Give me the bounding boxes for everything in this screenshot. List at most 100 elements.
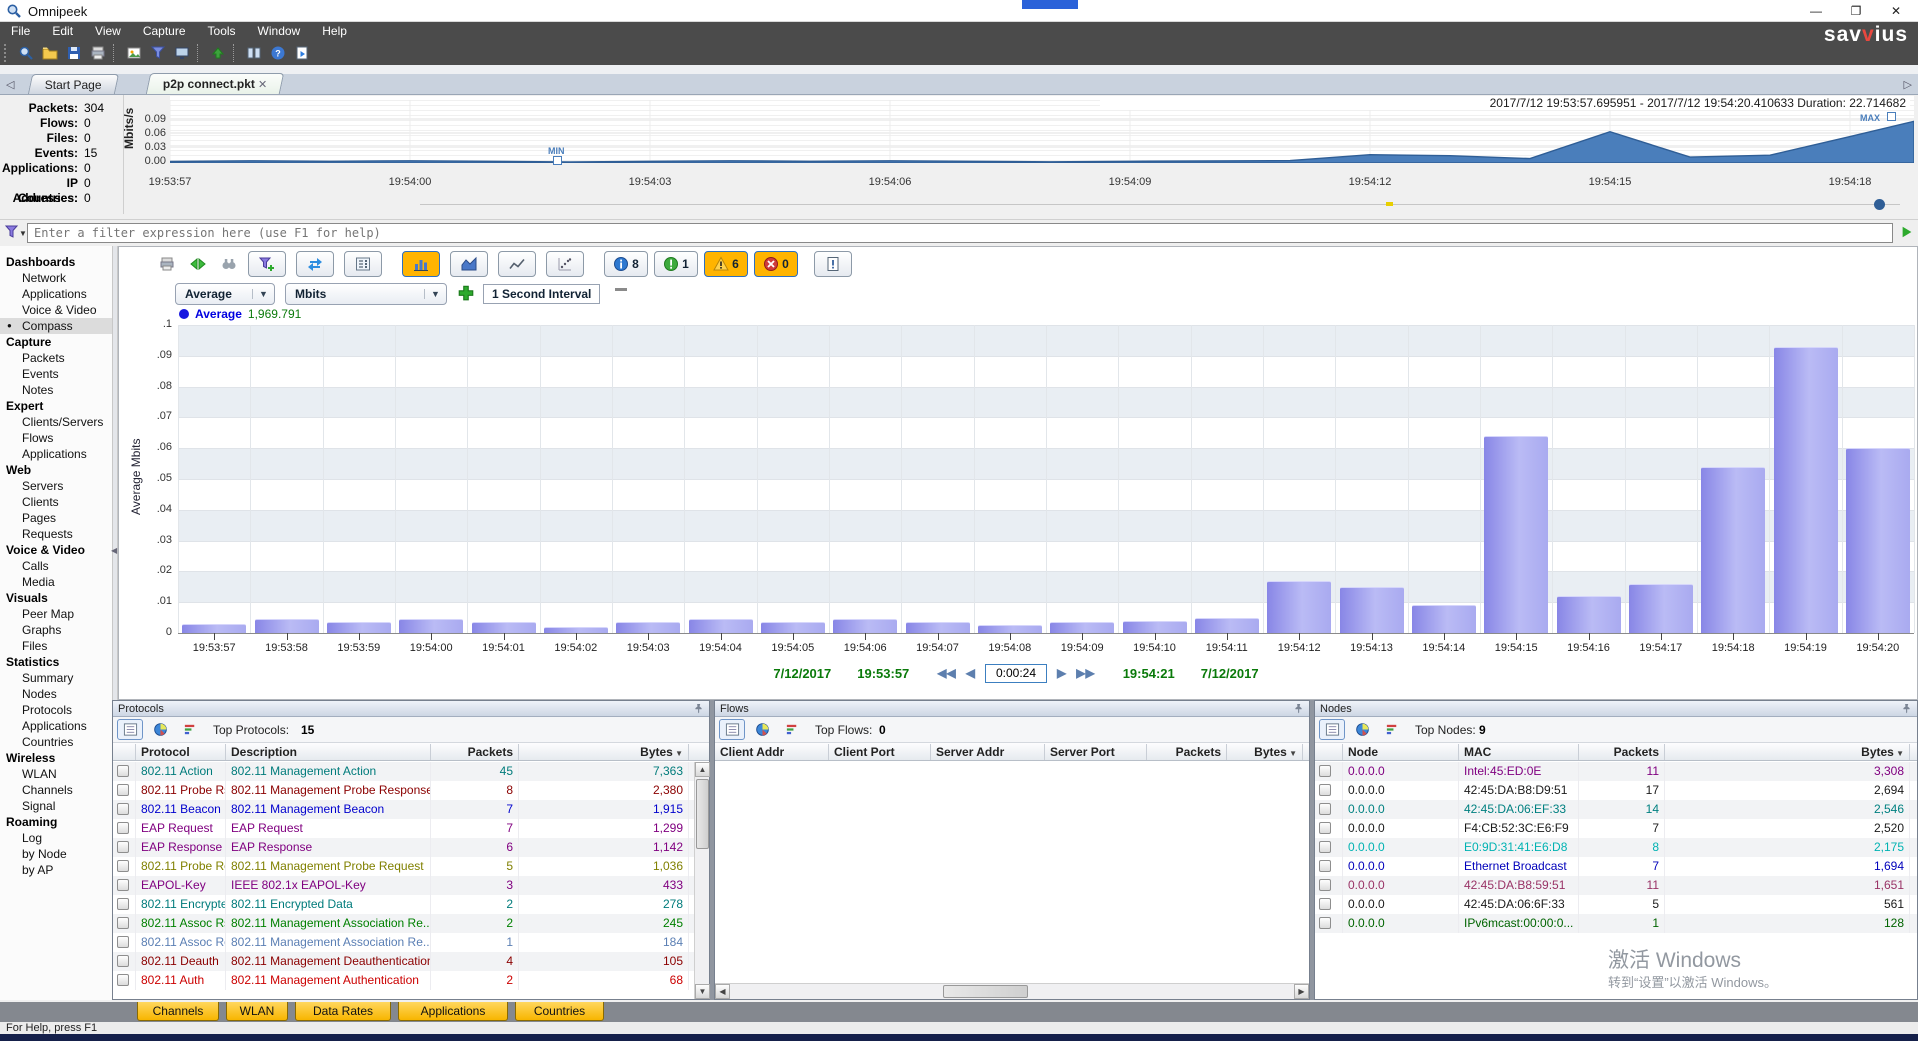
sidebar-item-applications[interactable]: Applications [0, 718, 112, 734]
row-checkbox[interactable] [1319, 822, 1331, 834]
row-checkbox[interactable] [117, 917, 129, 929]
sidebar-item-requests[interactable]: Requests [0, 526, 112, 542]
timeline-scroll-handle[interactable] [1874, 199, 1885, 210]
sidebar-item-media[interactable]: Media [0, 574, 112, 590]
report-button[interactable] [814, 251, 852, 277]
scatter-chart-button[interactable] [546, 251, 584, 277]
warning-events-button[interactable]: 6 [704, 251, 748, 277]
chart-bar-19:54:01[interactable] [472, 622, 536, 633]
column-header-packets[interactable]: Packets [431, 744, 519, 760]
pin-icon[interactable] [1293, 703, 1304, 714]
stat-tab-countries[interactable]: Countries [515, 1002, 604, 1021]
menu-item-tools[interactable]: Tools [197, 22, 247, 41]
scroll-down-icon[interactable]: ▼ [695, 984, 710, 999]
binoculars-icon[interactable] [217, 254, 241, 274]
close-button[interactable]: ✕ [1876, 1, 1916, 21]
menu-item-capture[interactable]: Capture [132, 22, 197, 41]
table-row[interactable]: 802.11 Probe Req802.11 Management Probe … [113, 857, 709, 876]
table-row[interactable]: 0.0.0.042:45:DA:B8:59:51111,651 [1315, 876, 1917, 895]
timeline-scroll-track[interactable] [420, 204, 1900, 205]
tab-close-icon[interactable]: ✕ [255, 79, 267, 91]
chart-bar-19:54:03[interactable] [616, 622, 680, 633]
sidebar-item-log[interactable]: Log [0, 830, 112, 846]
stat-tab-applications[interactable]: Applications [398, 1002, 508, 1021]
table-row[interactable]: EAP ResponseEAP Response61,142 [113, 838, 709, 857]
chart-bar-19:54:06[interactable] [833, 619, 897, 633]
filter-expression-input[interactable] [27, 223, 1893, 243]
bar-sort-button[interactable] [1379, 719, 1405, 740]
table-row[interactable]: 802.11 Beacon802.11 Management Beacon71,… [113, 800, 709, 819]
save-icon[interactable] [63, 43, 85, 63]
chart-bar-19:53:58[interactable] [255, 619, 319, 633]
sidebar-item-notes[interactable]: Notes [0, 382, 112, 398]
help-circle-icon[interactable]: ? [267, 43, 289, 63]
sidebar-item-wlan[interactable]: WLAN [0, 766, 112, 782]
chart-bar-19:54:05[interactable] [761, 622, 825, 633]
timeline-max-checkbox[interactable] [1887, 112, 1896, 121]
sidebar-item-clients-servers[interactable]: Clients/Servers [0, 414, 112, 430]
menu-item-file[interactable]: File [0, 22, 41, 41]
chart-bar-19:54:15[interactable] [1484, 436, 1548, 633]
swap-arrows-button[interactable] [296, 251, 334, 277]
row-checkbox[interactable] [1319, 879, 1331, 891]
info-events-button[interactable]: 8 [604, 251, 648, 277]
sidebar-item-summary[interactable]: Summary [0, 670, 112, 686]
column-header-packets[interactable]: Packets [1579, 744, 1665, 760]
table-row[interactable]: 0.0.0.0Ethernet Broadcast71,694 [1315, 857, 1917, 876]
chart-bar-19:54:19[interactable] [1774, 347, 1838, 633]
column-header-bytes[interactable]: Bytes ▼ [1227, 744, 1303, 760]
sidebar-item-channels[interactable]: Channels [0, 782, 112, 798]
column-header-bytes[interactable]: Bytes ▼ [519, 744, 689, 760]
column-header-server_port[interactable]: Server Port [1045, 744, 1147, 760]
tab-scroll-left-icon[interactable]: ◁ [6, 78, 14, 91]
new-capture-icon[interactable] [15, 43, 37, 63]
scroll-thumb[interactable] [943, 985, 1028, 998]
filter-apply-icon[interactable] [1900, 225, 1914, 239]
sidebar-item-clients[interactable]: Clients [0, 494, 112, 510]
stat-tab-wlan[interactable]: WLAN [226, 1002, 288, 1021]
chart-bar-19:54:07[interactable] [906, 622, 970, 633]
menu-item-help[interactable]: Help [311, 22, 358, 41]
table-row[interactable]: 802.11 Auth802.11 Management Authenticat… [113, 971, 709, 990]
row-checkbox[interactable] [117, 936, 129, 948]
notice-events-button[interactable]: 1 [654, 251, 698, 277]
start-capture-icon[interactable] [207, 43, 229, 63]
sidebar-item-peer-map[interactable]: Peer Map [0, 606, 112, 622]
open-file-icon[interactable] [39, 43, 61, 63]
pie-globe-button[interactable] [749, 719, 775, 740]
chart-bar-19:54:14[interactable] [1412, 605, 1476, 633]
chart-bar-19:54:04[interactable] [689, 619, 753, 633]
bar-chart-button[interactable] [402, 251, 440, 277]
row-checkbox[interactable] [1319, 803, 1331, 815]
legend-list-button[interactable] [344, 251, 382, 277]
chevron-down-icon[interactable]: ▼ [424, 289, 446, 299]
table-row[interactable]: EAPOL-KeyIEEE 802.1x EAPOL-Key3433 [113, 876, 709, 895]
row-checkbox[interactable] [117, 841, 129, 853]
row-checkbox[interactable] [1319, 860, 1331, 872]
pie-globe-button[interactable] [147, 719, 173, 740]
sidebar-item-servers[interactable]: Servers [0, 478, 112, 494]
table-row[interactable]: 0.0.0.0Intel:45:ED:0E113,308 [1315, 762, 1917, 781]
table-row[interactable]: 802.11 Deauth802.11 Management Deauthent… [113, 952, 709, 971]
chart-bar-19:54:12[interactable] [1267, 581, 1331, 633]
stat-tab-channels[interactable]: Channels [137, 1002, 219, 1021]
row-checkbox[interactable] [1319, 841, 1331, 853]
table-row[interactable]: EAP RequestEAP Request71,299 [113, 819, 709, 838]
sidebar-item-graphs[interactable]: Graphs [0, 622, 112, 638]
chart-bar-19:53:57[interactable] [182, 624, 246, 633]
row-checkbox[interactable] [117, 784, 129, 796]
scroll-thumb[interactable] [696, 779, 709, 849]
sidebar-item-signal[interactable]: Signal [0, 798, 112, 814]
horizontal-scrollbar[interactable]: ◀▶ [715, 983, 1309, 999]
row-checkbox[interactable] [1319, 917, 1331, 929]
row-checkbox[interactable] [117, 898, 129, 910]
column-header-client_addr[interactable]: Client Addr [715, 744, 829, 760]
area-chart-button[interactable] [450, 251, 488, 277]
nodes-panel-title-bar[interactable]: Nodes [1315, 701, 1917, 717]
filter-dropdown-icon[interactable]: ▼ [19, 229, 27, 238]
chevron-down-icon[interactable]: ▼ [252, 289, 274, 299]
scroll-right-icon[interactable]: ▶ [1294, 984, 1309, 999]
step-backward-icon[interactable]: ◀ [966, 666, 975, 680]
column-header-mac[interactable]: MAC [1459, 744, 1579, 760]
line-chart-button[interactable] [498, 251, 536, 277]
